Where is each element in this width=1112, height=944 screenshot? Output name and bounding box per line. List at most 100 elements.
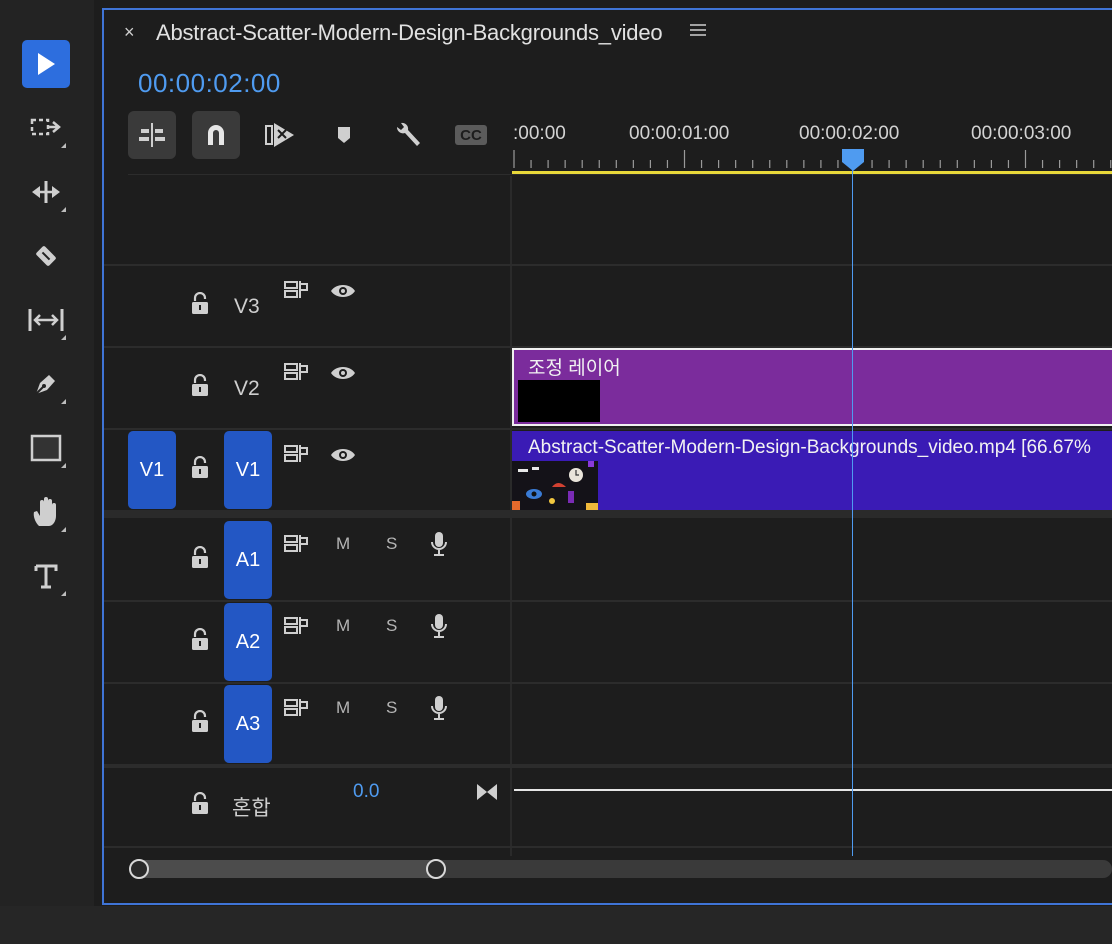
lock-track-icon[interactable] bbox=[190, 374, 210, 398]
track-name-v2: V2 bbox=[234, 377, 260, 400]
add-marker-icon bbox=[338, 127, 350, 143]
zoom-scroll-thumb[interactable] bbox=[136, 860, 438, 878]
lock-track-icon[interactable] bbox=[190, 792, 210, 816]
mix-volume-value[interactable]: 0.0 bbox=[353, 781, 379, 803]
video-clip[interactable]: Abstract-Scatter-Modern-Design-Backgroun… bbox=[512, 431, 1112, 510]
toggle-output-eye-icon[interactable] bbox=[330, 281, 356, 301]
snap-button[interactable] bbox=[192, 111, 240, 159]
pen-tool-button[interactable] bbox=[22, 360, 70, 408]
insert-sequence-icon bbox=[139, 123, 165, 147]
submenu-corner-icon bbox=[61, 335, 66, 340]
slip-icon bbox=[28, 309, 64, 331]
submenu-corner-icon bbox=[61, 207, 66, 212]
solo-track-button[interactable]: S bbox=[386, 698, 397, 718]
sync-lock-icon[interactable] bbox=[284, 361, 310, 383]
time-ruler[interactable] bbox=[512, 146, 1112, 176]
settings-wrench-icon bbox=[396, 122, 420, 146]
captions-icon: CC bbox=[455, 125, 487, 145]
ruler-label: 00:00:02:00 bbox=[799, 123, 900, 144]
submenu-corner-icon bbox=[61, 463, 66, 468]
voice-over-mic-icon[interactable] bbox=[429, 695, 449, 721]
hand-tool-button[interactable] bbox=[22, 488, 70, 536]
track-select-tool-button[interactable] bbox=[22, 104, 70, 152]
track-target-a3[interactable]: A3 bbox=[224, 685, 272, 763]
track-separator bbox=[104, 600, 1112, 602]
voice-over-mic-icon[interactable] bbox=[429, 613, 449, 639]
type-icon bbox=[34, 564, 58, 589]
linked-selection-button[interactable] bbox=[256, 111, 304, 159]
track-separator bbox=[104, 682, 1112, 684]
ruler-label: 00:00:01:00 bbox=[629, 123, 730, 144]
rectangle-icon bbox=[30, 434, 62, 462]
type-tool-button[interactable] bbox=[22, 552, 70, 600]
track-separator bbox=[104, 846, 1112, 848]
sequence-title[interactable]: Abstract-Scatter-Modern-Design-Backgroun… bbox=[156, 20, 663, 46]
sync-lock-icon[interactable] bbox=[284, 443, 310, 465]
track-target-v1[interactable]: V1 bbox=[224, 431, 272, 509]
mute-track-button[interactable]: M bbox=[336, 616, 350, 636]
mute-track-button[interactable]: M bbox=[336, 534, 350, 554]
solo-track-button[interactable]: S bbox=[386, 616, 397, 636]
adjustment-layer-clip[interactable]: 조정 레이어 bbox=[512, 348, 1112, 426]
source-patch-v1[interactable]: V1 bbox=[128, 431, 176, 509]
hamburger-menu-icon bbox=[690, 24, 706, 36]
sync-lock-icon[interactable] bbox=[284, 615, 310, 637]
linked-selection-icon bbox=[265, 123, 294, 147]
solo-track-button[interactable]: S bbox=[386, 534, 397, 554]
mix-keyframe-icon[interactable] bbox=[475, 782, 499, 802]
track-target-a1[interactable]: A1 bbox=[224, 521, 272, 599]
zoom-handle-left[interactable] bbox=[129, 859, 149, 879]
playhead-handle[interactable] bbox=[841, 148, 865, 172]
close-tab-button[interactable]: × bbox=[124, 22, 135, 43]
ruler-label: :00:00 bbox=[513, 123, 566, 144]
submenu-corner-icon bbox=[61, 527, 66, 532]
clip-thumbnail bbox=[518, 380, 600, 422]
razor-tool-button[interactable] bbox=[22, 232, 70, 280]
lock-track-icon[interactable] bbox=[190, 456, 210, 480]
insert-sequence-button[interactable] bbox=[128, 111, 176, 159]
rectangle-tool-button[interactable] bbox=[22, 424, 70, 472]
toggle-output-eye-icon[interactable] bbox=[330, 445, 356, 465]
playhead-timecode[interactable]: 00:00:02:00 bbox=[138, 68, 281, 99]
razor-icon bbox=[36, 246, 56, 266]
lock-track-icon[interactable] bbox=[190, 710, 210, 734]
submenu-corner-icon bbox=[61, 143, 66, 148]
track-separator bbox=[104, 764, 1112, 768]
track-separator bbox=[104, 264, 1112, 266]
mute-track-button[interactable]: M bbox=[336, 698, 350, 718]
arrow-icon bbox=[38, 53, 55, 75]
clip-title: Abstract-Scatter-Modern-Design-Backgroun… bbox=[528, 437, 1091, 458]
tools-panel bbox=[0, 0, 94, 906]
track-select-icon bbox=[30, 118, 61, 136]
lock-track-icon[interactable] bbox=[190, 546, 210, 570]
submenu-corner-icon bbox=[61, 399, 66, 404]
sync-lock-icon[interactable] bbox=[284, 533, 310, 555]
lock-track-icon[interactable] bbox=[190, 292, 210, 316]
track-target-a2[interactable]: A2 bbox=[224, 603, 272, 681]
playhead-line[interactable] bbox=[852, 160, 853, 856]
bottom-strip bbox=[0, 906, 1112, 944]
clip-title: 조정 레이어 bbox=[528, 358, 621, 379]
submenu-corner-icon bbox=[61, 591, 66, 596]
track-separator bbox=[104, 428, 1112, 430]
captions-label: CC bbox=[460, 126, 482, 144]
panel-menu-button[interactable] bbox=[690, 22, 706, 43]
mix-volume-line[interactable] bbox=[514, 789, 1112, 791]
slip-tool-button[interactable] bbox=[22, 296, 70, 344]
lock-track-icon[interactable] bbox=[190, 628, 210, 652]
ripple-edit-tool-button[interactable] bbox=[22, 168, 70, 216]
timeline-settings-button[interactable] bbox=[384, 111, 432, 159]
video-audio-divider[interactable] bbox=[104, 510, 1112, 518]
ripple-edit-icon bbox=[32, 181, 60, 203]
captions-button[interactable]: CC bbox=[448, 111, 494, 159]
hand-icon bbox=[33, 497, 56, 526]
zoom-handle-right[interactable] bbox=[426, 859, 446, 879]
track-name-v3: V3 bbox=[234, 295, 260, 318]
add-marker-button[interactable] bbox=[320, 111, 368, 159]
toggle-output-eye-icon[interactable] bbox=[330, 363, 356, 383]
selection-tool-button[interactable] bbox=[22, 40, 70, 88]
voice-over-mic-icon[interactable] bbox=[429, 531, 449, 557]
ruler-divider bbox=[128, 174, 1112, 175]
sync-lock-icon[interactable] bbox=[284, 279, 310, 301]
sync-lock-icon[interactable] bbox=[284, 697, 310, 719]
